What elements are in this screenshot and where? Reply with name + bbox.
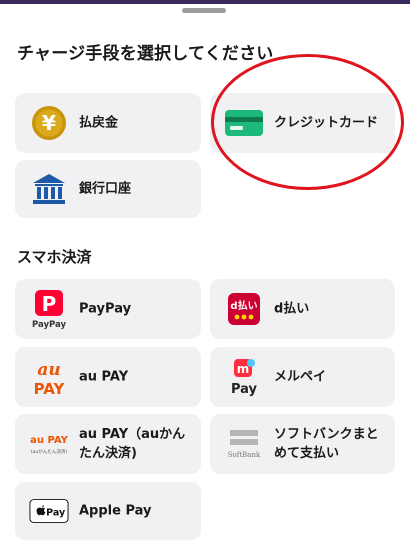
merpay-icon: m Pay: [224, 357, 264, 397]
sheet-title: チャージ手段を選択してください: [17, 44, 274, 64]
method-merpay-button[interactable]: m Pay メルペイ: [210, 347, 395, 407]
apple-pay-icon: Pay: [29, 491, 69, 531]
method-d-barai-button[interactable]: d払い d払い: [210, 279, 395, 339]
method-label: メルペイ: [274, 369, 327, 385]
au-pay-icon: au PAY: [29, 357, 69, 397]
status-bar-strip: [0, 0, 410, 4]
d-barai-icon: d払い: [224, 289, 264, 329]
au-pay-kantan-icon: au PAY (auかんたん決済): [29, 424, 69, 464]
method-label: 払戻金: [79, 115, 119, 131]
method-label: クレジットカード: [274, 115, 379, 131]
yen-coin-icon: ¥: [29, 103, 69, 143]
svg-text:au: au: [37, 360, 60, 380]
method-label: Apple Pay: [79, 503, 152, 519]
method-label: au PAY（auかんたん決済): [79, 427, 186, 461]
method-au-pay-button[interactable]: au PAY au PAY: [15, 347, 201, 407]
method-au-kantan-button[interactable]: au PAY (auかんたん決済) au PAY（auかんたん決済): [15, 414, 201, 474]
method-softbank-button[interactable]: SoftBank ソフトバンクまとめて支払い: [210, 414, 395, 474]
svg-text:PayPay: PayPay: [32, 320, 66, 329]
method-refund-button[interactable]: ¥ 払戻金: [15, 93, 201, 153]
method-label: d払い: [274, 301, 310, 317]
method-label: au PAY: [79, 369, 129, 385]
svg-text:au PAY: au PAY: [30, 435, 69, 446]
method-credit-card-button[interactable]: クレジットカード: [210, 93, 395, 153]
paypay-icon: P PayPay: [29, 289, 69, 329]
method-apple-pay-button[interactable]: Pay Apple Pay: [15, 482, 201, 540]
svg-text:Pay: Pay: [46, 507, 66, 518]
bank-icon: [29, 169, 69, 209]
svg-text:(auかんたん決済): (auかんたん決済): [31, 448, 68, 455]
credit-card-icon: [224, 103, 264, 143]
svg-text:PAY: PAY: [34, 380, 66, 397]
svg-text:SoftBank: SoftBank: [228, 451, 261, 459]
method-label: ソフトバンクまとめて支払い: [274, 427, 379, 461]
method-label: 銀行口座: [79, 181, 132, 197]
sheet-grabber[interactable]: [182, 8, 226, 13]
method-bank-button[interactable]: 銀行口座: [15, 160, 201, 218]
method-paypay-button[interactable]: P PayPay PayPay: [15, 279, 201, 339]
section-title-smartphone: スマホ決済: [17, 248, 92, 266]
svg-text:d払い: d払い: [230, 299, 257, 312]
method-label: PayPay: [79, 301, 132, 317]
softbank-icon: SoftBank: [224, 424, 264, 464]
svg-text:Pay: Pay: [231, 382, 258, 397]
svg-text:¥: ¥: [42, 111, 56, 135]
svg-text:P: P: [42, 292, 57, 316]
